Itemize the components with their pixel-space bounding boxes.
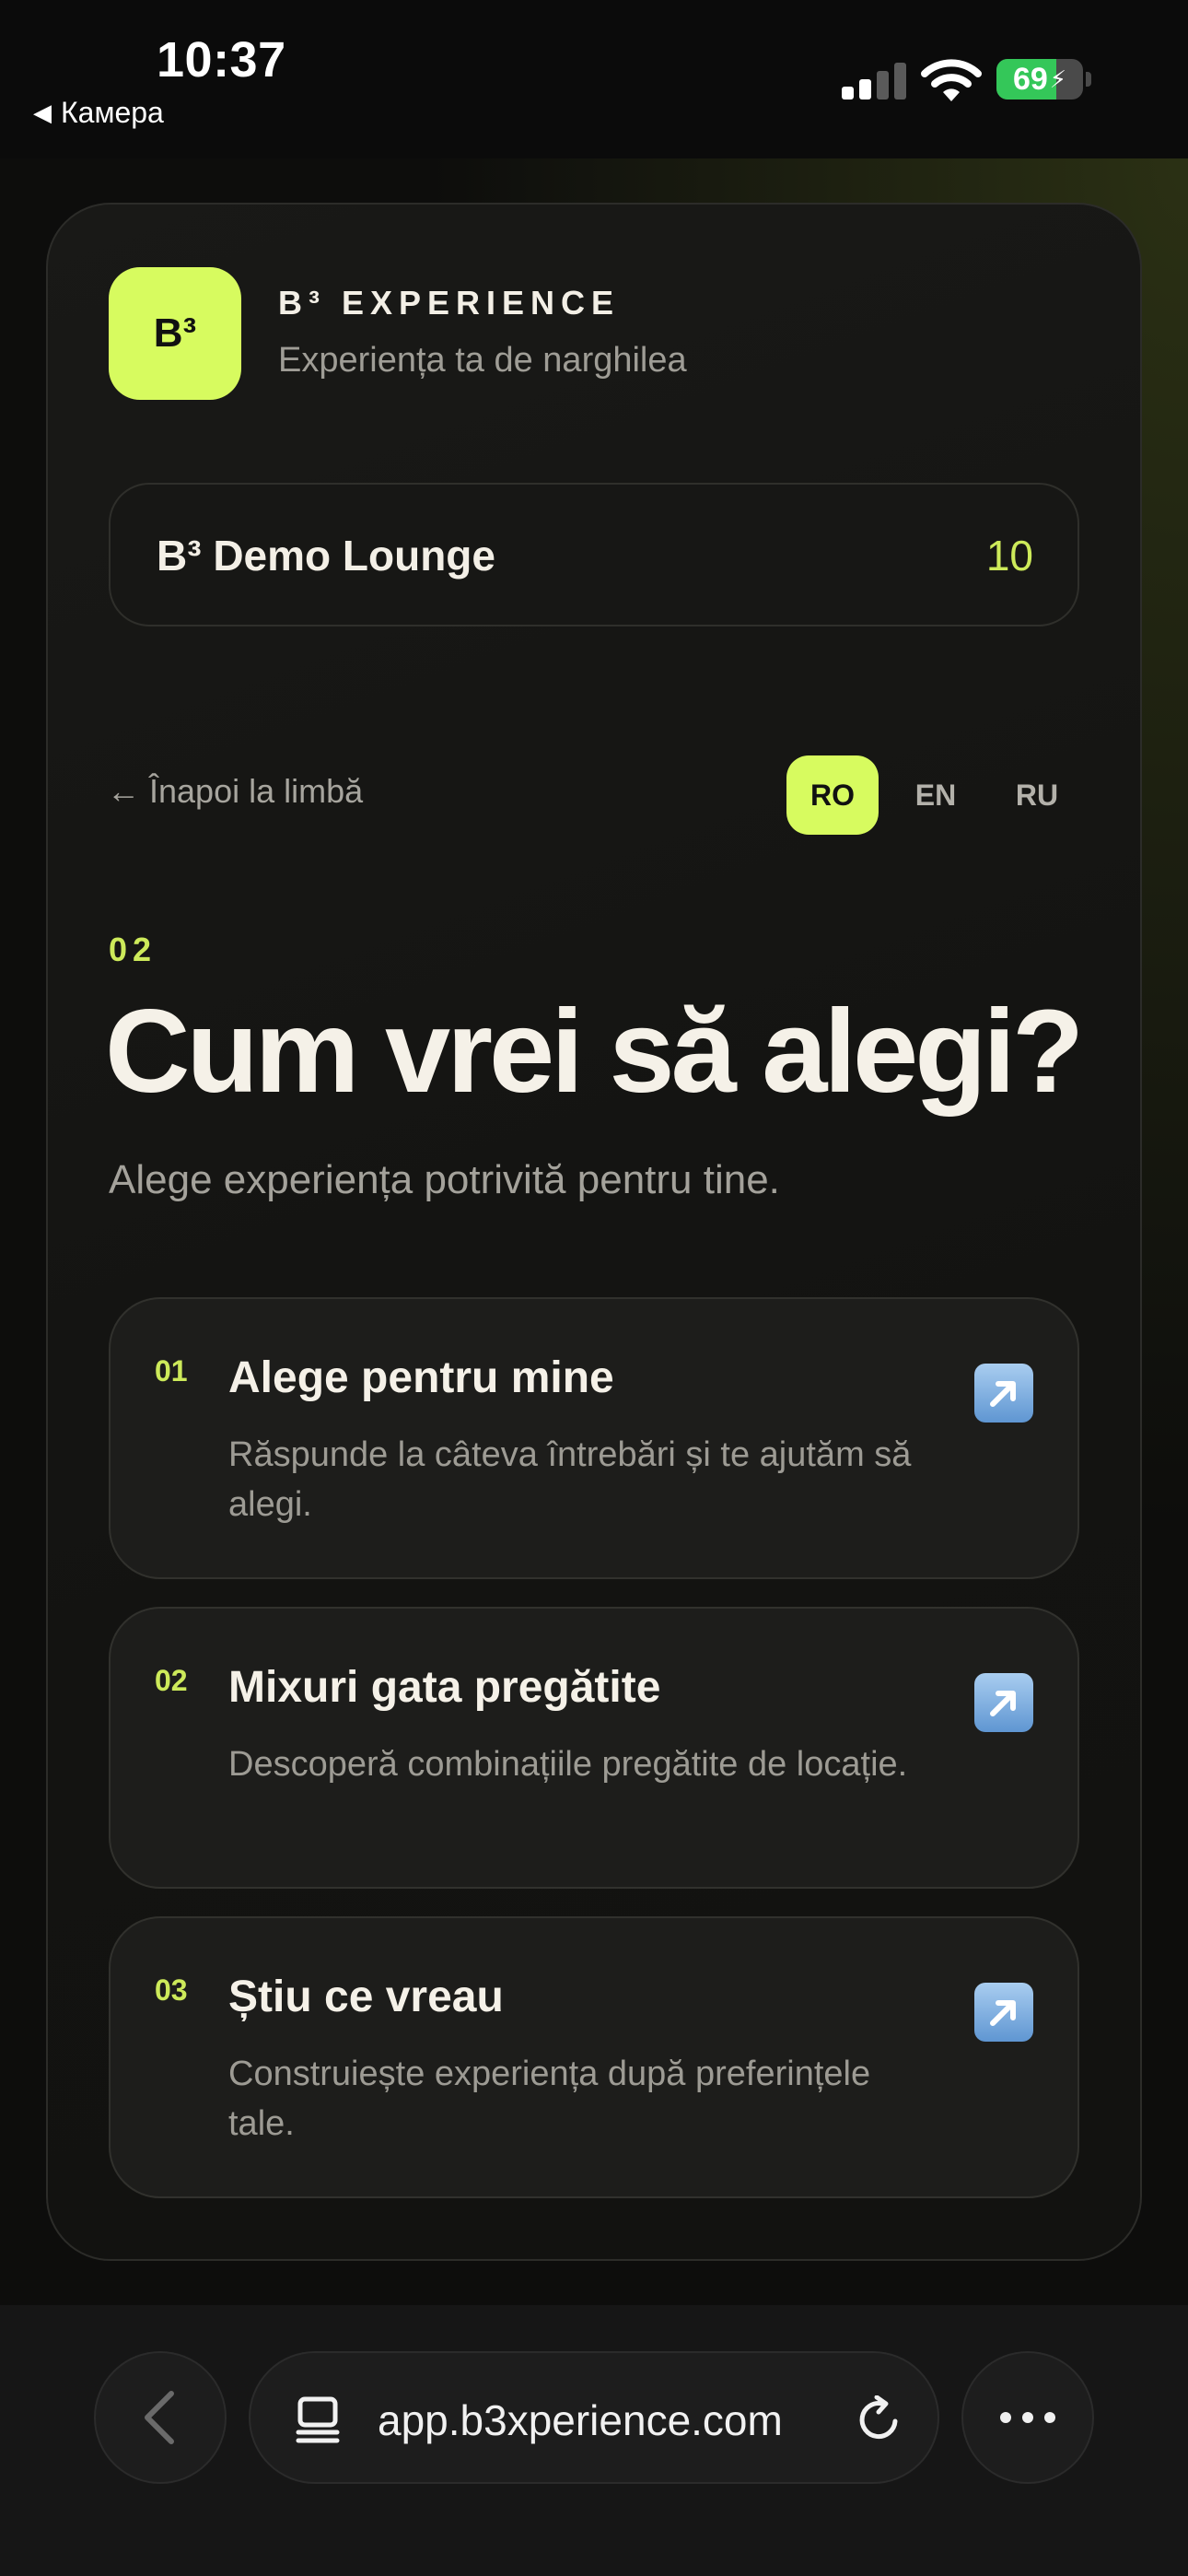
- option-description: Construiește experiența după preferințel…: [228, 2055, 871, 2143]
- lang-ro-button[interactable]: RO: [786, 755, 879, 835]
- back-app-label: Камера: [61, 96, 164, 129]
- arrow-up-right-icon: [974, 1364, 1033, 1423]
- back-to-app-link[interactable]: ◀ Камера: [33, 96, 164, 130]
- more-options-button[interactable]: [961, 2351, 1094, 2484]
- dot: [1022, 2412, 1033, 2423]
- cellular-signal-icon: [842, 63, 906, 100]
- arrow-up-right-icon: [974, 1983, 1033, 2042]
- option-i-know-what-i-want[interactable]: 03 Știu ce vreau Construiește experiența…: [109, 1916, 1079, 2198]
- step-number: 02: [109, 931, 157, 968]
- option-title: Alege pentru mine: [228, 1353, 614, 1402]
- wifi-icon: [921, 59, 982, 101]
- option-title: Mixuri gata pregătite: [228, 1663, 661, 1712]
- option-title: Știu ce vreau: [228, 1973, 504, 2021]
- browser-back-button[interactable]: [94, 2351, 227, 2484]
- lang-ru-button[interactable]: RU: [991, 755, 1083, 835]
- url-text: app.b3xperience.com: [378, 2396, 783, 2444]
- chevron-left-icon: [145, 2391, 174, 2444]
- reload-icon[interactable]: [855, 2395, 903, 2443]
- venue-card[interactable]: B³ Demo Lounge 10: [109, 483, 1079, 626]
- dot: [1044, 2412, 1055, 2423]
- lang-en-button[interactable]: EN: [890, 755, 982, 835]
- dot: [1000, 2412, 1011, 2423]
- status-bar: 10:37 ◀ Камера 69 ⚡: [0, 0, 1188, 158]
- option-choose-for-me[interactable]: 01 Alege pentru mine Răspunde la câteva …: [109, 1297, 1079, 1579]
- option-number: 01: [155, 1354, 188, 1388]
- option-number: 03: [155, 1973, 188, 2007]
- back-triangle-icon: ◀: [33, 99, 52, 126]
- battery-percent: 69 ⚡: [1012, 61, 1067, 97]
- battery-tip: [1086, 72, 1091, 87]
- back-to-language-link[interactable]: ← Înapoi la limbă: [107, 772, 363, 811]
- main-card: B³ B³ EXPERIENCE Experiența ta de narghi…: [46, 203, 1142, 2261]
- address-bar[interactable]: app.b3xperience.com: [249, 2351, 939, 2484]
- page-title: Cum vrei să alegi?: [105, 986, 1084, 1118]
- option-description: Răspunde la câteva întrebări și te ajută…: [228, 1435, 912, 1524]
- venue-name: B³ Demo Lounge: [157, 532, 495, 580]
- status-time: 10:37: [157, 32, 286, 88]
- tab-overview-icon[interactable]: [295, 2395, 341, 2443]
- venue-table-number: 10: [985, 532, 1033, 580]
- option-description: Descoperă combinațiile pregătite de loca…: [228, 1745, 908, 1784]
- battery-icon: 69 ⚡: [996, 59, 1083, 100]
- arrow-up-right-icon: [974, 1673, 1033, 1732]
- brand-logo: B³: [109, 267, 241, 400]
- browser-toolbar: app.b3xperience.com: [0, 2305, 1188, 2576]
- brand-name: B³ EXPERIENCE: [278, 284, 621, 322]
- brand-tagline: Experiența ta de narghilea: [278, 341, 687, 380]
- option-ready-mixes[interactable]: 02 Mixuri gata pregătite Descoperă combi…: [109, 1607, 1079, 1889]
- page-subtitle: Alege experiența potrivită pentru tine.: [109, 1157, 780, 1202]
- option-number: 02: [155, 1664, 188, 1697]
